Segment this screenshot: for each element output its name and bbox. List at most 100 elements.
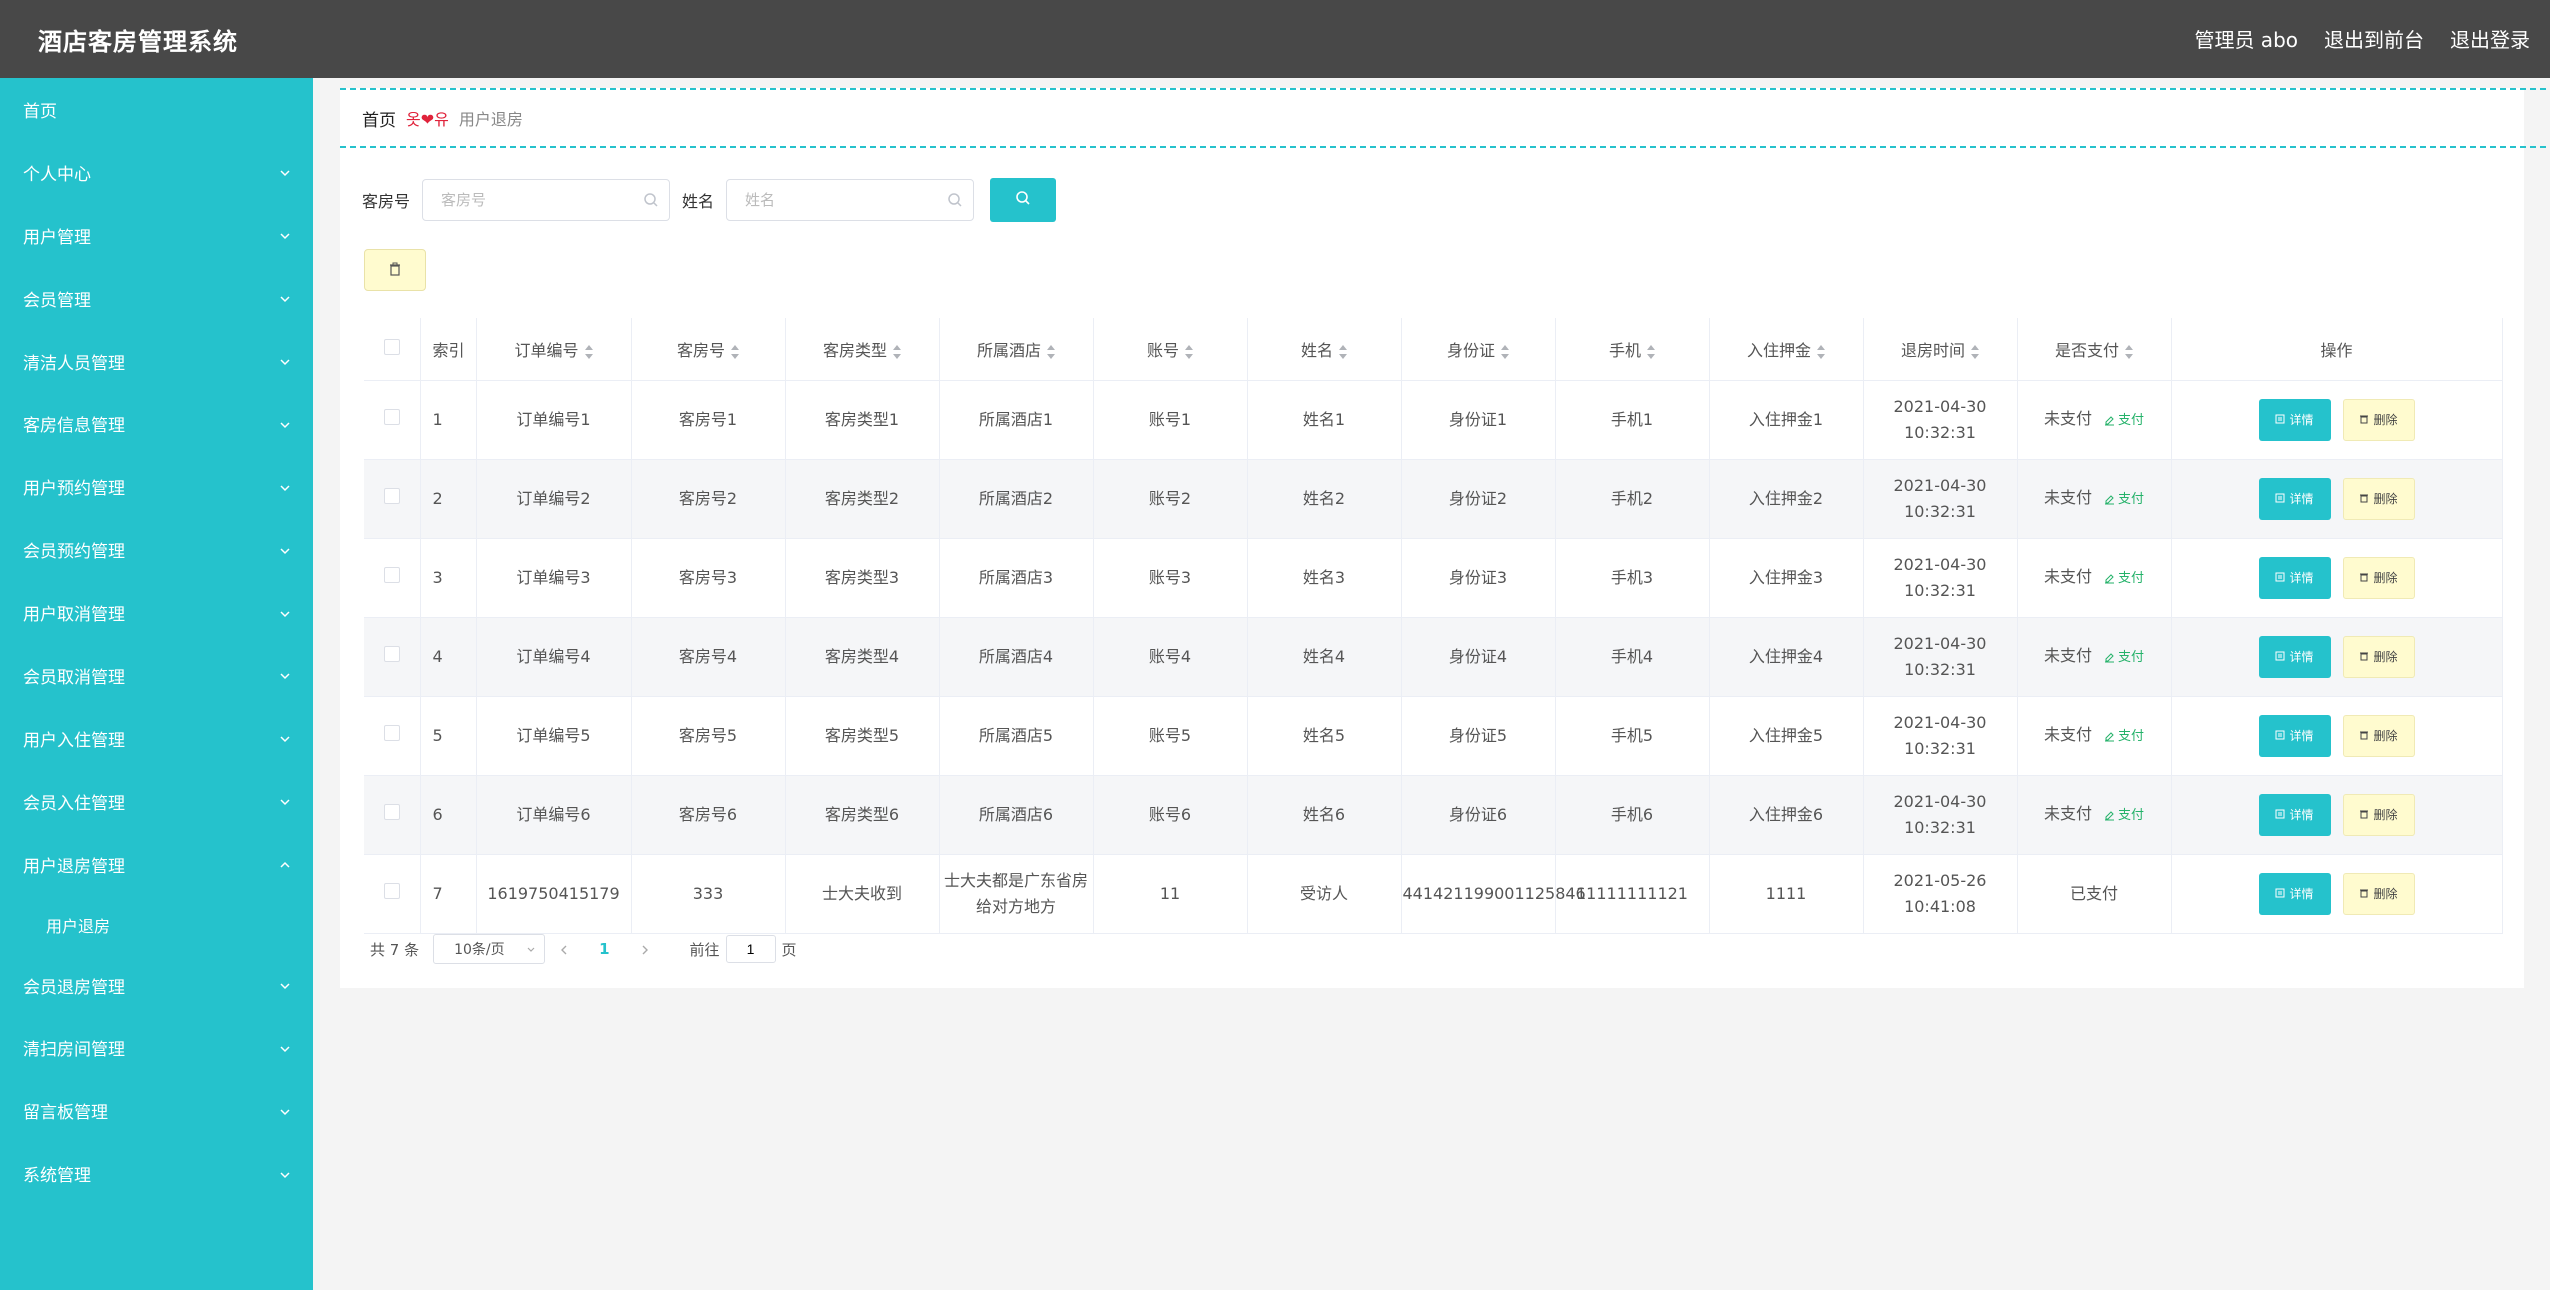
sidebar-menu-item[interactable]: 会员取消管理 (0, 644, 313, 707)
column-header[interactable]: 身份证 (1401, 318, 1556, 381)
prev-page-button[interactable] (559, 940, 569, 959)
column-header[interactable]: 姓名 (1247, 318, 1402, 381)
column-header[interactable]: 入住押金 (1709, 318, 1864, 381)
cell-time: 2021-04-30 10:32:31 (1863, 459, 2018, 539)
goto-page-input[interactable] (725, 935, 776, 963)
chevron-down-icon (279, 1040, 290, 1052)
detail-button[interactable]: 详情 (2258, 636, 2331, 678)
sidebar-menu-item[interactable]: 会员预约管理 (0, 518, 313, 581)
row-checkbox[interactable] (383, 567, 400, 583)
row-checkbox[interactable] (383, 883, 400, 899)
trash-icon (2359, 565, 2369, 591)
room-search-input[interactable] (439, 180, 644, 220)
cell-account: 账号5 (1093, 696, 1248, 776)
cell-index: 4 (420, 617, 477, 697)
batch-delete-button[interactable] (364, 249, 426, 291)
row-checkbox[interactable] (383, 646, 400, 662)
cell-name: 姓名2 (1247, 459, 1402, 539)
delete-label: 删除 (2373, 808, 2398, 822)
sidebar-menu-item[interactable]: 会员退房管理 (0, 954, 313, 1017)
sidebar-subitem-checkout[interactable]: 用户退房 (0, 895, 313, 954)
detail-button[interactable]: 详情 (2258, 399, 2331, 441)
detail-button[interactable]: 详情 (2258, 873, 2331, 915)
column-header[interactable]: 客房号 (631, 318, 786, 381)
logout-link[interactable]: 退出登录 (2450, 24, 2530, 53)
row-select-cell (364, 696, 421, 776)
sidebar-menu-item[interactable]: 用户取消管理 (0, 581, 313, 644)
delete-button[interactable]: 删除 (2342, 636, 2415, 678)
column-header[interactable]: 所属酒店 (939, 318, 1094, 381)
cell-paid: 未支付 支付 (2017, 538, 2172, 618)
detail-label: 详情 (2289, 413, 2314, 427)
search-button[interactable] (990, 178, 1057, 222)
cell-idcard: 身份证5 (1401, 696, 1556, 776)
sidebar-menu-item[interactable]: 会员管理 (0, 267, 313, 330)
pay-button[interactable]: 支付 (2104, 729, 2144, 744)
sidebar-menu-item[interactable]: 用户退房管理 (0, 833, 313, 896)
detail-button[interactable]: 详情 (2258, 794, 2331, 836)
to-front-link[interactable]: 退出到前台 (2324, 24, 2424, 53)
name-search-input[interactable] (743, 180, 948, 220)
sidebar-menu-item[interactable]: 客房信息管理 (0, 392, 313, 455)
chevron-down-icon (279, 730, 290, 743)
column-header[interactable]: 手机 (1555, 318, 1710, 381)
detail-icon (2275, 881, 2285, 907)
sidebar-menu-item[interactable]: 个人中心 (0, 141, 313, 204)
sidebar-menu-item[interactable]: 清扫房间管理 (0, 1016, 313, 1079)
admin-label[interactable]: 管理员 abo (2194, 24, 2298, 53)
row-checkbox[interactable] (383, 804, 400, 820)
pay-button[interactable]: 支付 (2104, 492, 2144, 507)
pay-button[interactable]: 支付 (2104, 571, 2144, 586)
sidebar-menu-item[interactable]: 会员入住管理 (0, 770, 313, 833)
search-icon (643, 192, 659, 212)
delete-button[interactable]: 删除 (2342, 873, 2415, 915)
sidebar-menu-item[interactable]: 用户管理 (0, 204, 313, 267)
next-page-button[interactable] (640, 940, 650, 959)
column-header[interactable]: 是否支付 (2017, 318, 2172, 381)
cell-order: 订单编号1 (476, 380, 632, 460)
delete-button[interactable]: 删除 (2342, 794, 2415, 836)
cell-order: 订单编号4 (476, 617, 632, 697)
top-header: 酒店客房管理系统 管理员 abo 退出到前台 退出登录 (0, 0, 2550, 78)
row-checkbox[interactable] (383, 409, 400, 425)
detail-button[interactable]: 详情 (2258, 478, 2331, 520)
pay-label: 支付 (2118, 650, 2145, 665)
sidebar-item-label: 会员取消管理 (23, 667, 125, 688)
delete-button[interactable]: 删除 (2342, 557, 2415, 599)
row-checkbox[interactable] (383, 488, 400, 504)
detail-label: 详情 (2289, 492, 2314, 506)
sidebar-item-label: 系统管理 (23, 1166, 91, 1187)
pay-button[interactable]: 支付 (2104, 413, 2144, 428)
pay-label: 支付 (2118, 729, 2145, 744)
delete-button[interactable]: 删除 (2342, 715, 2415, 757)
page-number[interactable]: 1 (599, 940, 609, 958)
cell-phone: 手机5 (1555, 696, 1710, 776)
sidebar-menu-item[interactable]: 系统管理 (0, 1142, 313, 1205)
sidebar-menu-item[interactable]: 用户预约管理 (0, 455, 313, 518)
sidebar-item-home[interactable]: 首页 (0, 78, 313, 141)
sidebar-menu-item[interactable]: 用户入住管理 (0, 707, 313, 770)
select-all-checkbox[interactable] (383, 339, 400, 355)
breadcrumb-home[interactable]: 首页 (362, 106, 396, 131)
cell-index: 1 (420, 380, 477, 460)
delete-label: 删除 (2373, 650, 2398, 664)
delete-button[interactable]: 删除 (2342, 478, 2415, 520)
pay-button[interactable]: 支付 (2104, 650, 2144, 665)
sidebar-menu-item[interactable]: 清洁人员管理 (0, 330, 313, 393)
cell-deposit: 入住押金5 (1709, 696, 1864, 776)
detail-button[interactable]: 详情 (2258, 715, 2331, 757)
column-header[interactable]: 账号 (1093, 318, 1248, 381)
pay-button[interactable]: 支付 (2104, 808, 2144, 823)
delete-label: 删除 (2373, 887, 2398, 901)
column-header[interactable]: 订单编号 (476, 318, 632, 381)
detail-button[interactable]: 详情 (2258, 557, 2331, 599)
column-header[interactable]: 客房类型 (785, 318, 940, 381)
column-header-label: 所属酒店 (976, 341, 1041, 360)
page-size-select[interactable]: 10条/页 (433, 934, 546, 964)
sidebar-menu-item[interactable]: 留言板管理 (0, 1079, 313, 1142)
delete-button[interactable]: 删除 (2342, 399, 2415, 441)
row-checkbox[interactable] (383, 725, 400, 741)
column-header[interactable]: 退房时间 (1863, 318, 2018, 381)
chevron-down-icon (279, 542, 290, 554)
table-row: 3 订单编号3 客房号3 客房类型3 所属酒店3 账号3 姓名3 身份证3 手机3 入住押金3 20… (364, 538, 2503, 618)
